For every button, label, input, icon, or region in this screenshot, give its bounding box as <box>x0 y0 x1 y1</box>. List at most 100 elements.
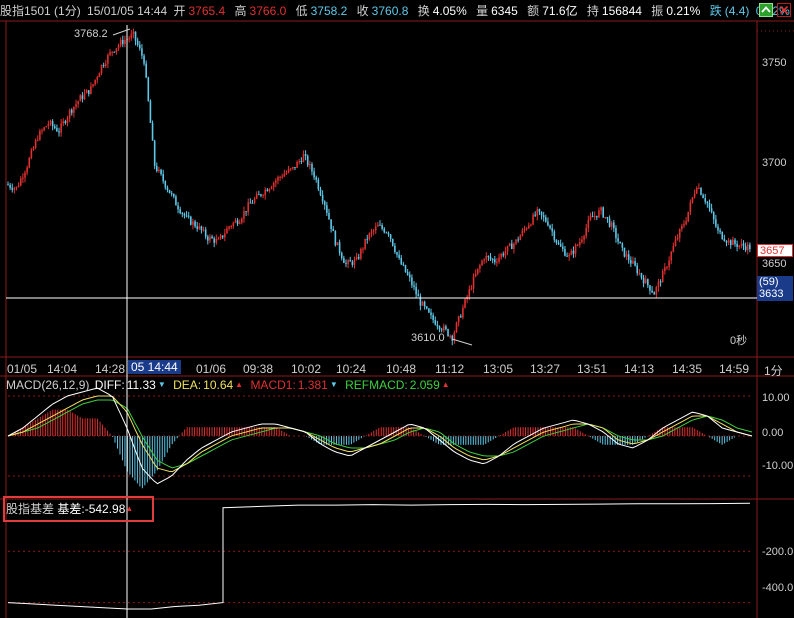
candle-body <box>251 202 254 204</box>
candle-body <box>113 51 116 53</box>
candle-body <box>540 211 543 216</box>
candle-body <box>685 221 687 225</box>
candle-body <box>100 64 103 74</box>
candle-body <box>272 182 275 188</box>
candle-body <box>532 214 534 225</box>
candle-body <box>230 226 232 228</box>
candle-body <box>725 241 728 243</box>
candle-body <box>736 243 738 247</box>
candle-body <box>232 222 235 227</box>
candle-body <box>209 236 211 241</box>
candle-body <box>525 228 528 230</box>
diff-value: 11.33 <box>126 378 156 392</box>
candle-body <box>719 230 721 232</box>
candle-body <box>194 221 196 227</box>
candle-body <box>28 158 31 168</box>
candle-body <box>328 212 330 220</box>
candle-body <box>109 52 111 55</box>
candle-body <box>379 224 381 226</box>
candle-body <box>670 251 673 261</box>
candle-body <box>676 237 679 240</box>
candle-body <box>134 31 137 41</box>
candle-body <box>362 248 364 250</box>
candle-body <box>315 177 318 180</box>
x-label: 01/06 <box>196 362 227 376</box>
candle-body <box>128 38 130 40</box>
candle-body <box>649 285 651 291</box>
basis-y-tick: -200.0 <box>762 546 794 558</box>
candle-body <box>408 274 411 278</box>
candle-body <box>727 240 730 243</box>
candle-body <box>508 243 511 246</box>
candle-body <box>343 258 345 263</box>
candle-body <box>175 196 177 206</box>
candle-body <box>62 121 65 124</box>
candle-body <box>657 281 660 288</box>
candle-body <box>170 193 173 195</box>
y-tick-3650: 3650 <box>762 258 787 270</box>
candle-body <box>196 226 198 229</box>
cursor-time-label: 05 14:44 <box>128 360 181 374</box>
high-marker: 3768.2 <box>74 28 108 40</box>
candle-body <box>559 244 562 247</box>
candle-body <box>147 77 150 101</box>
candle-body <box>664 267 666 272</box>
candle-body <box>636 265 639 274</box>
candle-body <box>85 90 88 94</box>
dea-value: 10.64 <box>203 378 234 392</box>
candle-body <box>732 239 734 246</box>
candle-body <box>627 254 630 261</box>
candle-body <box>49 121 52 124</box>
candle-body <box>729 240 732 246</box>
candle-body <box>121 39 124 44</box>
candle-body <box>734 239 736 244</box>
candle-body <box>289 168 292 170</box>
candle-body <box>141 48 143 56</box>
candle-body <box>158 169 160 171</box>
candle-body <box>706 201 709 204</box>
candle-body <box>202 229 205 231</box>
candle-body <box>693 193 696 198</box>
candle-body <box>598 210 600 218</box>
candle-body <box>98 73 101 78</box>
candle-body <box>472 276 475 289</box>
candle-body <box>619 241 622 244</box>
candle-body <box>504 251 507 256</box>
candle-body <box>374 226 377 231</box>
candle-body <box>653 292 656 295</box>
candle-body <box>204 229 207 237</box>
candle-body <box>451 335 454 341</box>
candle-body <box>534 214 536 216</box>
candle-body <box>215 238 218 243</box>
candle-body <box>608 218 611 227</box>
candle-body <box>674 239 677 246</box>
candle-body <box>213 238 215 243</box>
period-label[interactable]: 1分 <box>764 362 783 379</box>
candle-body <box>79 95 82 102</box>
candle-body <box>583 236 585 240</box>
y-tick-3750: 3750 <box>762 57 787 69</box>
refmacd-label: REFMACD: <box>345 378 408 392</box>
candle-body <box>164 181 167 188</box>
candle-body <box>496 261 498 263</box>
candle-body <box>398 254 400 258</box>
candle-body <box>606 216 609 219</box>
candle-body <box>485 255 488 260</box>
candle-body <box>77 101 79 105</box>
candle-body <box>298 160 301 162</box>
candle-body <box>70 109 73 113</box>
candle-body <box>702 194 704 199</box>
candle-body <box>377 224 379 227</box>
candle-body <box>56 128 58 132</box>
candle-body <box>651 290 653 293</box>
candle-body <box>330 219 332 230</box>
candle-body <box>266 189 269 192</box>
candle-body <box>264 189 267 196</box>
candle-body <box>111 51 113 53</box>
candle-body <box>224 233 226 238</box>
candle-body <box>625 254 628 257</box>
candle-body <box>236 220 239 224</box>
candle-body <box>292 166 294 169</box>
candle-body <box>498 257 500 262</box>
candle-body <box>717 226 719 231</box>
